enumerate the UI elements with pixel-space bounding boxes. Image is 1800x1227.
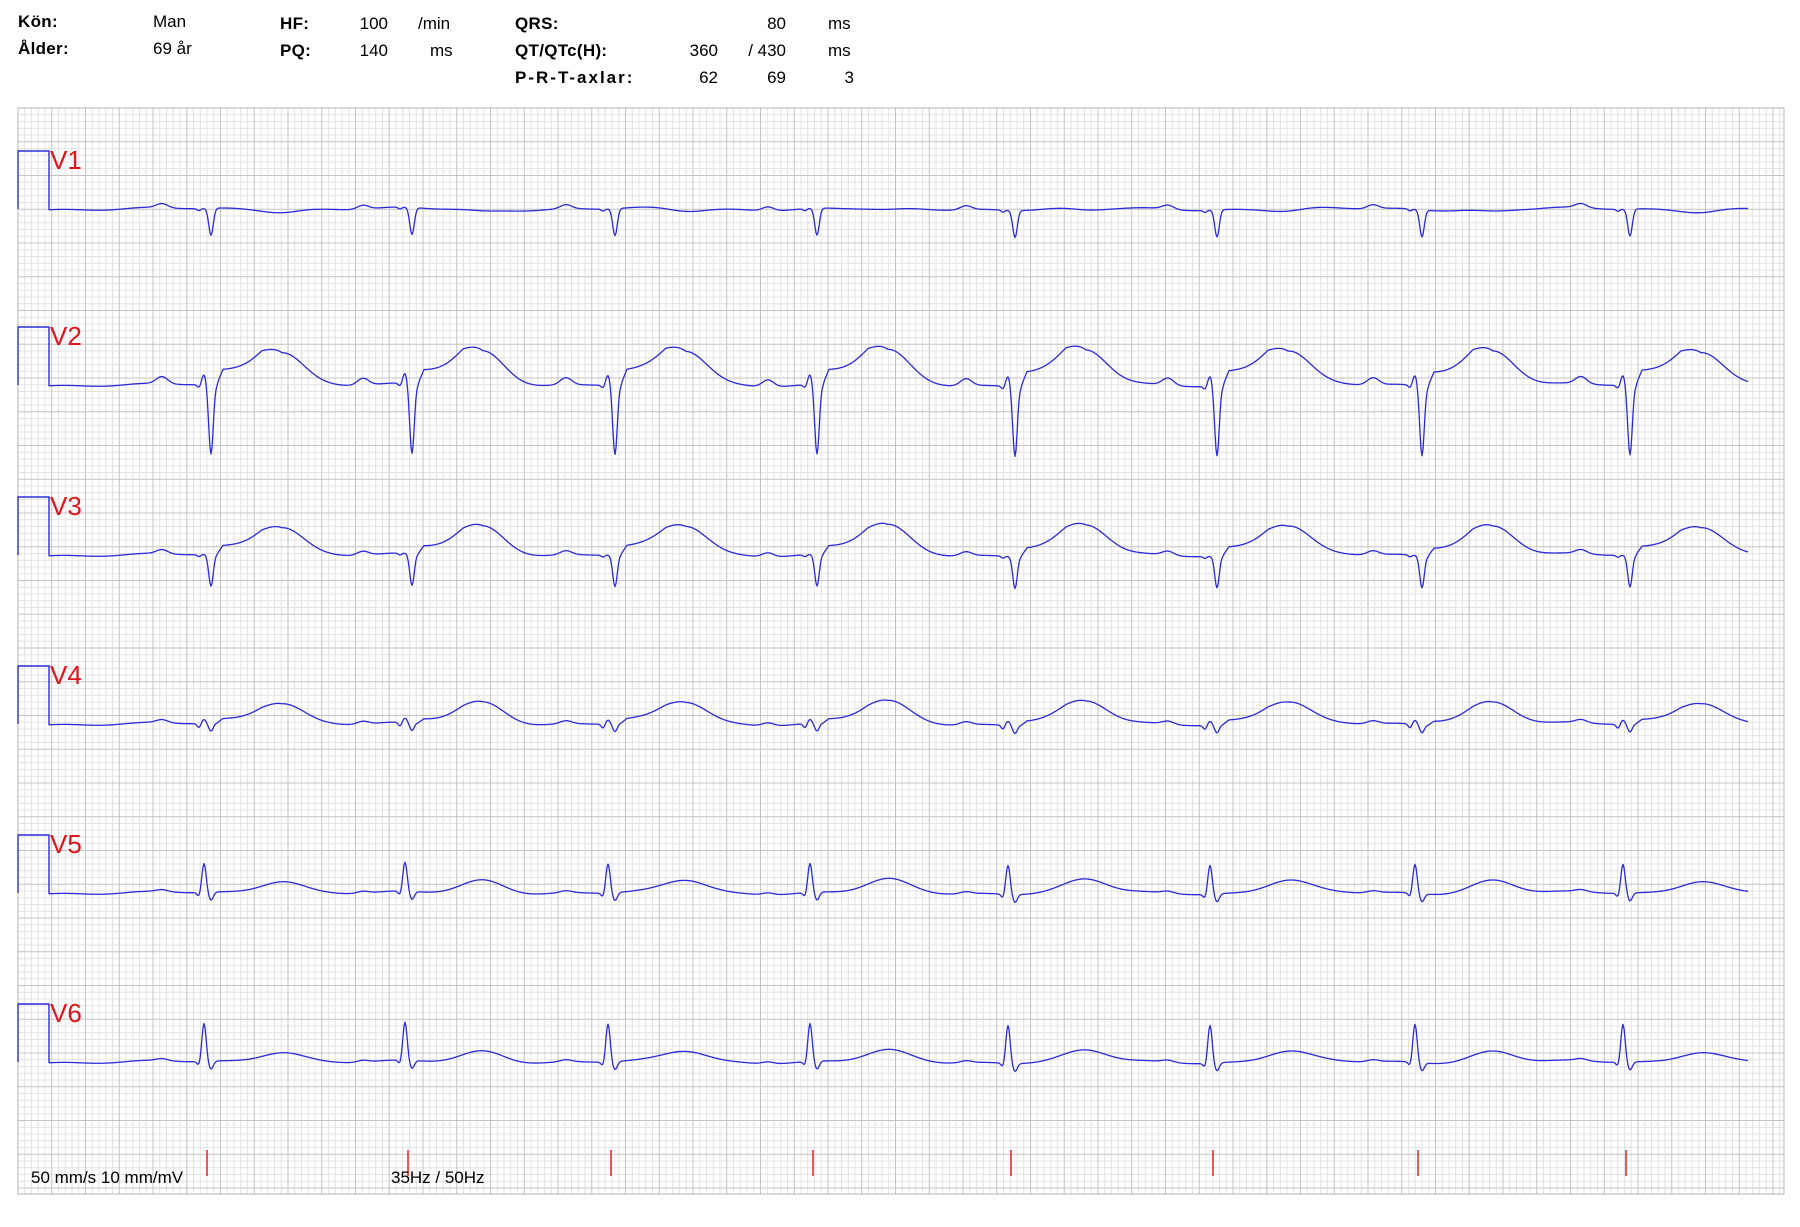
hr-label: HF: <box>280 14 310 33</box>
calibration-pulse-v1 <box>17 150 50 209</box>
pq-unit: ms <box>430 41 453 60</box>
lead-label-v5: V5 <box>50 829 82 859</box>
qt-label: QT/QTc(H): <box>515 41 608 60</box>
grid-border <box>17 107 1785 1195</box>
qtc-value: / 430 <box>748 41 786 60</box>
pq-label: PQ: <box>280 41 312 60</box>
age-value: 69 år <box>153 39 192 58</box>
qrs-value: 80 <box>767 14 786 33</box>
trace-v6 <box>48 1021 1749 1072</box>
axis-r-value: 69 <box>767 68 786 87</box>
lead-labels: V1 V2 V3 V4 V5 V6 <box>50 145 82 1028</box>
qt-unit: ms <box>828 41 851 60</box>
calibration-pulse-v2 <box>17 326 50 385</box>
axis-t-value: 3 <box>844 68 854 87</box>
trace-v1 <box>48 202 1749 239</box>
sex-value: Man <box>153 12 187 31</box>
lead-label-v6: V6 <box>50 998 82 1028</box>
grid-major-lines <box>17 107 1784 1194</box>
age-label: Ålder: <box>18 39 69 58</box>
pq-value: 140 <box>359 41 388 60</box>
ecg-traces <box>17 150 1749 1072</box>
qrs-unit: ms <box>828 14 851 33</box>
grid-minor-lines <box>18 108 1784 1194</box>
hr-unit: /min <box>418 14 451 33</box>
sex-label: Kön: <box>18 12 58 31</box>
ecg-chart: V1 V2 V3 V4 V5 V6 <box>17 107 1785 1195</box>
qrs-label: QRS: <box>515 14 559 33</box>
filter-label: 35Hz / 50Hz <box>391 1168 485 1187</box>
speed-gain-label: 50 mm/s 10 mm/mV <box>31 1168 184 1187</box>
lead-label-v4: V4 <box>50 660 82 690</box>
trace-v4 <box>48 699 1749 735</box>
axis-label: P-R-T-axlar: <box>515 68 635 87</box>
lead-label-v1: V1 <box>50 145 82 175</box>
ecg-grid <box>17 107 1785 1195</box>
trace-v5 <box>48 861 1749 904</box>
trace-v2 <box>48 345 1749 458</box>
lead-label-v3: V3 <box>50 491 82 521</box>
axis-p-value: 62 <box>699 68 718 87</box>
hr-value: 100 <box>359 14 388 33</box>
qt-value: 360 <box>689 41 718 60</box>
lead-label-v2: V2 <box>50 321 82 351</box>
